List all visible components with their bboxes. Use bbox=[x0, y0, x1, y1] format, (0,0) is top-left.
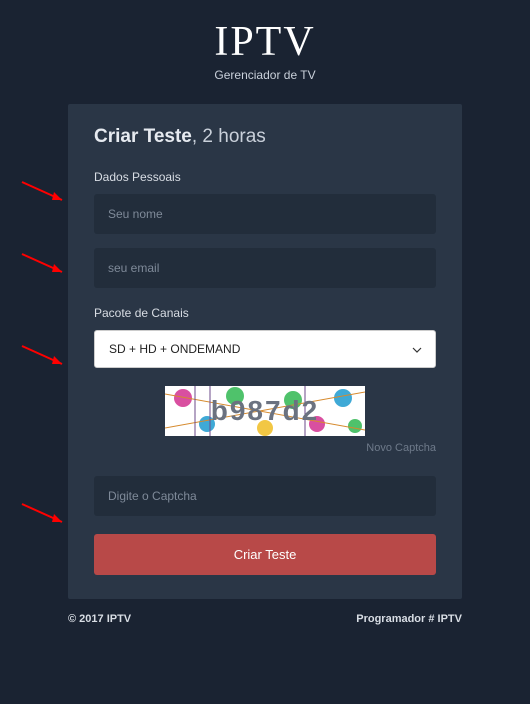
package-select[interactable]: SD + HD + ONDEMAND bbox=[94, 330, 436, 368]
package-select-wrap: SD + HD + ONDEMAND bbox=[94, 330, 436, 368]
section-personal-label: Dados Pessoais bbox=[94, 170, 436, 184]
submit-button[interactable]: Criar Teste bbox=[94, 534, 436, 575]
email-input[interactable] bbox=[94, 248, 436, 288]
footer-copyright: © 2017 IPTV bbox=[68, 613, 131, 625]
footer: © 2017 IPTV Programador # IPTV bbox=[68, 613, 462, 625]
card-title: Criar Teste, 2 horas bbox=[94, 126, 436, 148]
brand-header: IPTV Gerenciador de TV bbox=[0, 0, 530, 82]
brand-title: IPTV bbox=[0, 18, 530, 66]
annotation-arrow-icon bbox=[18, 500, 70, 530]
annotation-arrow-icon bbox=[18, 250, 70, 280]
name-input[interactable] bbox=[94, 194, 436, 234]
section-package-label: Pacote de Canais bbox=[94, 306, 436, 320]
card-title-bold: Criar Teste bbox=[94, 126, 192, 147]
captcha-input[interactable] bbox=[94, 476, 436, 516]
annotation-arrow-icon bbox=[18, 342, 70, 372]
footer-credit: Programador # IPTV bbox=[356, 613, 462, 625]
annotation-arrow-icon bbox=[18, 178, 70, 208]
new-captcha-link[interactable]: Novo Captcha bbox=[94, 442, 436, 454]
captcha-text: b987d2 bbox=[211, 395, 320, 427]
form-card: Criar Teste, 2 horas Dados Pessoais Paco… bbox=[68, 104, 462, 599]
card-title-light: , 2 horas bbox=[192, 126, 266, 147]
brand-subtitle: Gerenciador de TV bbox=[0, 68, 530, 82]
captcha-image: b987d2 bbox=[165, 386, 365, 436]
